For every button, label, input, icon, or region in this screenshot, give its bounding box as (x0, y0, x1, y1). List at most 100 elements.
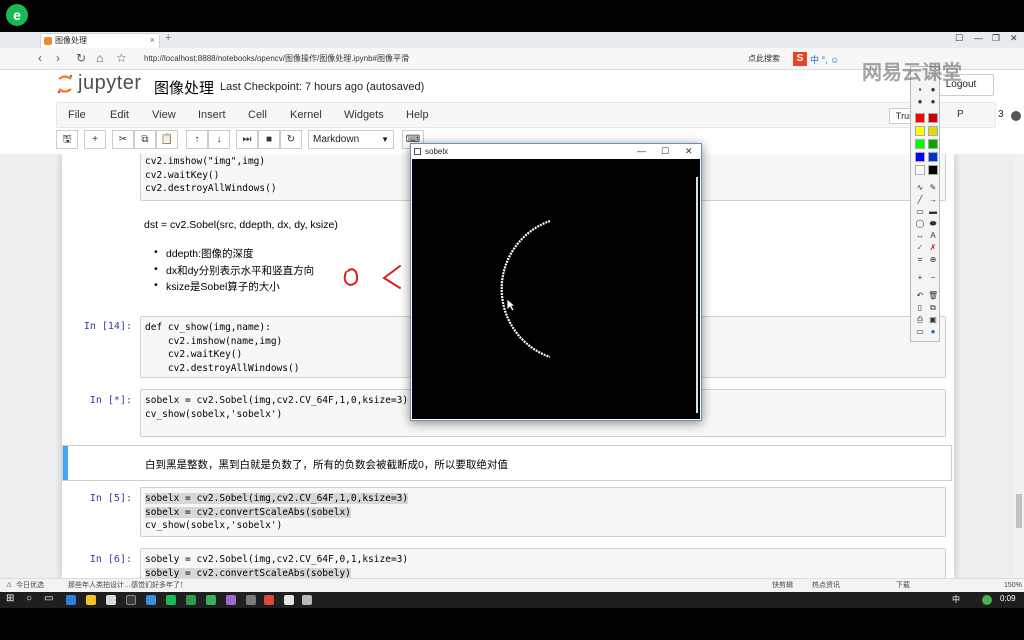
menu-icon[interactable]: ☐ (955, 33, 963, 44)
home-icon[interactable]: ⌂ (96, 51, 103, 65)
jupyter-logo-icon[interactable] (56, 73, 74, 95)
maximize-icon[interactable]: ❐ (992, 33, 1000, 44)
eraser-icon[interactable]: ✎ (928, 183, 938, 192)
new-page-icon[interactable]: ▯ (915, 303, 925, 312)
move-down-button[interactable]: ↓ (208, 130, 230, 149)
copy-button[interactable]: ⧉ (134, 130, 156, 149)
url-input[interactable]: http://localhost:8888/notebooks/opencv/图… (140, 51, 740, 67)
browser-taskbar-icon[interactable] (166, 595, 176, 605)
color-swatch[interactable] (915, 165, 925, 175)
menu-view[interactable]: View (152, 109, 176, 121)
arrow-tool-icon[interactable]: → (928, 195, 938, 204)
interrupt-button[interactable]: ■ (258, 130, 280, 149)
new-tab-icon[interactable]: + (165, 32, 171, 44)
scrollbar-thumb[interactable] (1016, 494, 1022, 528)
plus-icon[interactable]: + (915, 273, 925, 282)
curve-pen-icon[interactable]: ∿ (915, 183, 925, 192)
menu-help[interactable]: Help (406, 109, 429, 121)
screen-icon[interactable]: ▭ (915, 327, 925, 336)
app-icon[interactable] (146, 595, 156, 605)
browser-logo-icon[interactable]: e (6, 4, 28, 26)
menu-kernel[interactable]: Kernel (290, 109, 322, 121)
app-icon[interactable] (264, 595, 274, 605)
kernel-name[interactable]: P (957, 109, 964, 120)
dot-tool-icon[interactable]: ● (928, 85, 938, 94)
color-swatch[interactable] (928, 152, 938, 162)
mail-icon[interactable] (126, 595, 136, 605)
rect-tool-icon[interactable]: ▭ (915, 207, 925, 216)
filled-ellipse-icon[interactable]: ⬬ (928, 219, 938, 229)
status-speed[interactable]: 快剪辑 (772, 579, 793, 592)
app-icon[interactable] (246, 595, 256, 605)
tray-icon[interactable] (982, 595, 992, 605)
ime-toolbar[interactable]: 中 °, ☺ (810, 53, 839, 66)
zoom-level[interactable]: 150% (1004, 579, 1022, 592)
browser-tab[interactable]: 图像处理 × (40, 33, 160, 48)
insert-cell-button[interactable]: + (84, 130, 106, 149)
menu-file[interactable]: File (68, 109, 86, 121)
copy-icon[interactable]: ⧉ (928, 303, 938, 313)
status-hot[interactable]: 热点资讯 (812, 579, 840, 592)
print-icon[interactable]: ⎙ (915, 315, 925, 325)
menu-widgets[interactable]: Widgets (344, 109, 384, 121)
code-cell-6[interactable]: sobely = cv2.Sobel(img,cv2.CV_64F,0,1,ks… (140, 548, 946, 578)
filled-rect-icon[interactable]: ▬ (928, 207, 938, 216)
star-icon[interactable]: ☆ (116, 51, 127, 65)
maximize-icon[interactable]: ☐ (661, 144, 669, 159)
cut-button[interactable]: ✂ (112, 130, 134, 149)
edge-icon[interactable] (66, 595, 76, 605)
cell-type-select[interactable]: Markdown ▼ (308, 130, 394, 149)
forward-icon[interactable]: › (56, 51, 60, 65)
ellipse-tool-icon[interactable]: ◯ (915, 219, 925, 228)
menu-edit[interactable]: Edit (110, 109, 129, 121)
dot-tool-icon[interactable]: ● (915, 97, 925, 106)
store-icon[interactable] (106, 595, 116, 605)
back-icon[interactable]: ‹ (38, 51, 42, 65)
windows-start-icon[interactable]: ⊞ (6, 593, 14, 604)
clock[interactable]: 0:09 (1000, 594, 1016, 603)
status-download[interactable]: 下载 (896, 579, 910, 592)
code-cell-5[interactable]: sobelx = cv2.Sobel(img,cv2.CV_64F,1,0,ks… (140, 487, 946, 537)
search-icon[interactable]: ○ (26, 593, 32, 604)
window-titlebar[interactable]: sobelx — ☐ ✕ (411, 144, 701, 159)
dot-tool-icon[interactable]: ● (928, 97, 938, 106)
color-swatch[interactable] (928, 139, 938, 149)
line-tool-icon[interactable]: ╱ (915, 195, 925, 204)
run-button[interactable]: ⏭ (236, 130, 258, 149)
app-icon[interactable] (226, 595, 236, 605)
status-left[interactable]: 今日优选 (16, 579, 44, 592)
selected-markdown-cell[interactable]: 白到黑是整数，黑到白就是负数了，所有的负数会被截断成0，所以要取绝对值 (62, 445, 952, 481)
ime-language[interactable]: 中 (952, 594, 960, 605)
page-scrollbar[interactable] (1014, 154, 1024, 578)
close-icon[interactable]: ✕ (685, 144, 693, 159)
menu-cell[interactable]: Cell (248, 109, 267, 121)
pointer-tool-icon[interactable]: ▪ (915, 85, 925, 94)
zoom-icon[interactable]: ⊕ (928, 255, 938, 264)
status-news[interactable]: 那些年人类拍设计…感觉们好多年了！ (68, 579, 187, 592)
minimize-icon[interactable]: — (637, 144, 646, 159)
text-tool-icon[interactable]: A (928, 231, 938, 240)
search-hint[interactable]: 点此搜索 (748, 51, 780, 67)
notebook-title[interactable]: 图像处理 (154, 77, 214, 98)
double-arrow-icon[interactable]: ↔ (915, 231, 925, 240)
color-swatch[interactable] (915, 113, 925, 123)
explorer-icon[interactable] (86, 595, 96, 605)
globe-icon[interactable]: ● (928, 327, 938, 336)
minimize-icon[interactable]: — (974, 33, 983, 43)
refresh-icon[interactable]: ↻ (76, 51, 86, 65)
cross-icon[interactable]: ✗ (928, 243, 938, 252)
check-icon[interactable]: ✓ (915, 243, 925, 252)
trash-icon[interactable]: 🗑 (928, 291, 938, 300)
close-tab-icon[interactable]: × (150, 34, 155, 47)
minus-icon[interactable]: − (928, 273, 938, 282)
save-button[interactable]: 🖫 (56, 130, 78, 149)
app-icon[interactable] (186, 595, 196, 605)
sogou-ime-icon[interactable]: S (793, 52, 807, 66)
app-icon[interactable] (284, 595, 294, 605)
color-swatch[interactable] (915, 152, 925, 162)
color-swatch[interactable] (928, 126, 938, 136)
crop-icon[interactable]: ⌗ (915, 255, 925, 265)
color-swatch[interactable] (915, 139, 925, 149)
app-icon[interactable] (302, 595, 312, 605)
color-swatch[interactable] (928, 165, 938, 175)
